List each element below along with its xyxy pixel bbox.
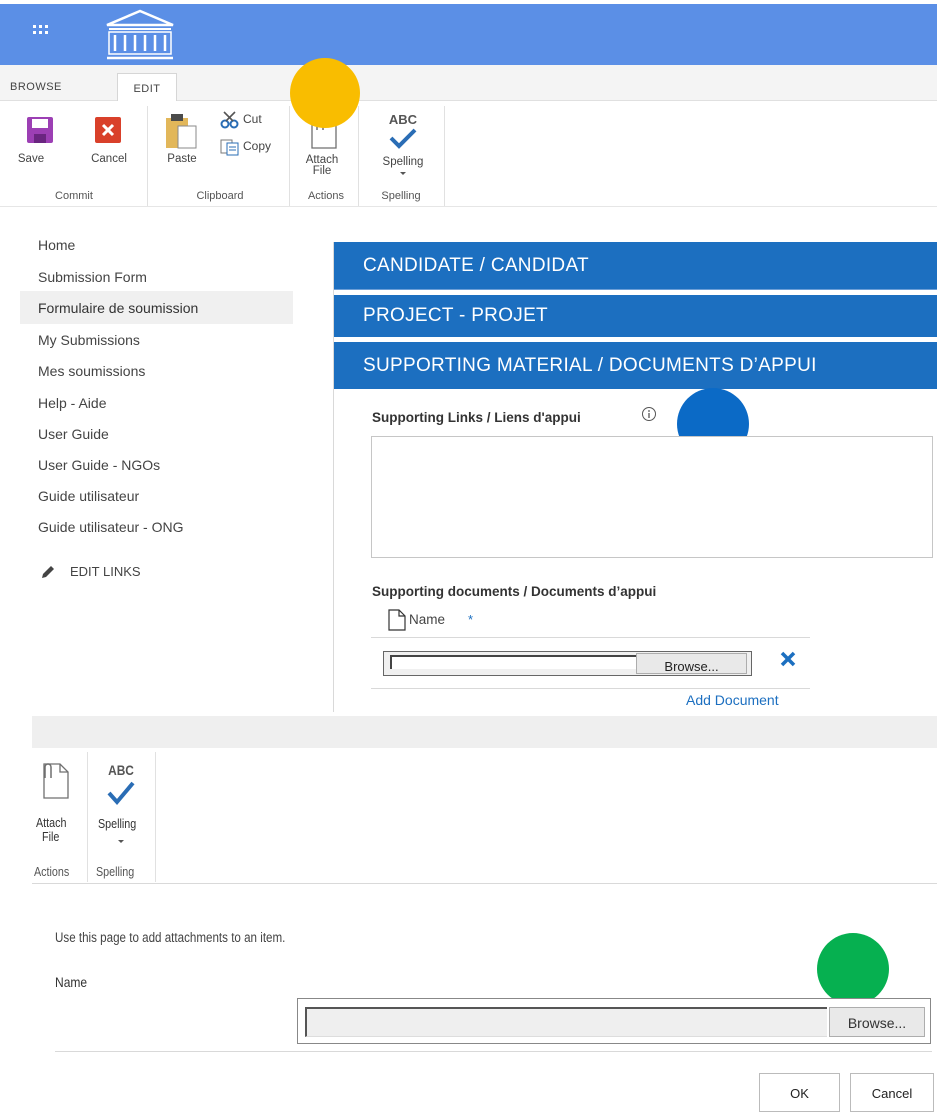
- spelling-dropdown-icon[interactable]: [118, 840, 124, 843]
- attach-page-tab-bar: [32, 716, 937, 748]
- cut-label: Cut: [243, 112, 262, 126]
- nav-item-user-guide-ngos[interactable]: User Guide - NGOs: [38, 453, 160, 477]
- cancel-attach-button[interactable]: Cancel: [850, 1073, 934, 1112]
- document-browse-button[interactable]: Browse...: [636, 653, 747, 674]
- ribbon-divider: [358, 106, 359, 206]
- section-header-project[interactable]: PROJECT - PROJET: [334, 295, 937, 337]
- edit-links-label: EDIT LINKS: [70, 564, 141, 579]
- paste-button[interactable]: Paste: [160, 112, 204, 174]
- pencil-icon: [42, 566, 54, 578]
- nav-item-my-submissions[interactable]: My Submissions: [38, 328, 140, 352]
- cancel-icon: [95, 117, 121, 143]
- supporting-links-input[interactable]: [371, 436, 933, 558]
- paperclip-document-icon: [43, 763, 69, 799]
- supporting-links-label: Supporting Links / Liens d'appui: [372, 410, 581, 425]
- cut-button[interactable]: Cut: [218, 111, 270, 131]
- spelling-button-2[interactable]: ABC Spelling: [94, 762, 148, 852]
- attach-label-line1: Attach: [36, 816, 67, 830]
- document-icon: [388, 609, 406, 631]
- save-button[interactable]: Save: [16, 116, 53, 174]
- nav-item-guide-utilisateur[interactable]: Guide utilisateur: [38, 484, 139, 508]
- spelling-label: Spelling: [382, 156, 424, 168]
- group-spelling-label: Spelling: [381, 190, 421, 202]
- ribbon-divider: [444, 106, 445, 206]
- ribbon-body: [0, 101, 937, 207]
- cancel-button[interactable]: Cancel: [84, 116, 134, 174]
- spelling-button[interactable]: ABC Spelling: [370, 112, 436, 180]
- attach-browse-button[interactable]: Browse...: [829, 1007, 925, 1037]
- tab-edit[interactable]: EDIT: [117, 73, 177, 102]
- nav-item-submission-form[interactable]: Submission Form: [38, 265, 147, 289]
- ribbon-divider: [289, 106, 290, 206]
- group-clipboard-label: Clipboard: [196, 190, 244, 202]
- add-document-link[interactable]: Add Document: [686, 692, 779, 708]
- attach-label-line2: File: [312, 165, 332, 177]
- supporting-documents-label: Supporting documents / Documents d’appui: [372, 584, 657, 599]
- checkmark-icon: [389, 128, 417, 149]
- paste-icon: [166, 114, 197, 149]
- group-actions-label: Actions: [307, 190, 345, 202]
- group-spelling-label: Spelling: [96, 865, 135, 879]
- edit-links-button[interactable]: EDIT LINKS: [40, 562, 170, 582]
- spelling-dropdown-icon[interactable]: [400, 172, 406, 175]
- info-icon[interactable]: [641, 406, 657, 422]
- required-asterisk: *: [468, 612, 474, 627]
- paste-label: Paste: [167, 153, 197, 165]
- nav-item-help-aide[interactable]: Help - Aide: [38, 391, 106, 415]
- ribbon-divider: [147, 106, 148, 206]
- attach-file-button-2[interactable]: Attach File: [34, 760, 78, 844]
- abc-label: ABC: [108, 762, 134, 778]
- green-marker: [817, 933, 889, 1005]
- attach-name-label: Name: [55, 974, 88, 990]
- save-label: Save: [17, 153, 45, 165]
- nav-item-home[interactable]: Home: [38, 233, 75, 257]
- spelling-label: Spelling: [98, 817, 137, 831]
- app-launcher-icon[interactable]: [32, 22, 52, 42]
- ribbon-divider: [155, 752, 156, 882]
- attach-file-input[interactable]: Browse...: [297, 998, 931, 1044]
- nav-item-formulaire-de-soumission[interactable]: Formulaire de soumission: [38, 296, 198, 320]
- attach-ribbon-divider: [32, 883, 937, 884]
- remove-document-icon[interactable]: [779, 650, 797, 668]
- document-file-input[interactable]: Browse...: [383, 651, 752, 676]
- docs-header-divider: [371, 637, 810, 638]
- ribbon-divider: [87, 752, 88, 882]
- attach-file-path: [305, 1007, 827, 1037]
- document-file-path: [390, 655, 636, 669]
- section-header-supporting-material[interactable]: SUPPORTING MATERIAL / DOCUMENTS D’APPUI: [334, 342, 937, 389]
- name-column-header: Name: [409, 612, 446, 627]
- yellow-marker: [290, 58, 360, 128]
- group-commit-label: Commit: [55, 190, 93, 202]
- copy-icon: [220, 139, 239, 156]
- nav-item-mes-soumissions[interactable]: Mes soumissions: [38, 359, 145, 383]
- checkmark-icon: [107, 781, 135, 806]
- cancel-label: Cancel: [91, 153, 127, 165]
- save-icon: [27, 117, 53, 143]
- nav-item-user-guide[interactable]: User Guide: [38, 422, 109, 446]
- group-actions-label: Actions: [34, 865, 70, 879]
- docs-row-divider: [371, 688, 810, 689]
- abc-label: ABC: [388, 112, 418, 127]
- section-header-candidate[interactable]: CANDIDATE / CANDIDAT: [334, 242, 937, 290]
- attach-label-line2: File: [42, 830, 60, 844]
- copy-label: Copy: [243, 139, 272, 153]
- attach-form-divider: [55, 1051, 932, 1052]
- attach-instruction: Use this page to add attachments to an i…: [55, 930, 286, 945]
- scissors-icon: [220, 111, 239, 129]
- nav-item-guide-utilisateur-ong[interactable]: Guide utilisateur - ONG: [38, 515, 184, 539]
- copy-button[interactable]: Copy: [218, 138, 274, 158]
- ok-button[interactable]: OK: [759, 1073, 840, 1112]
- unesco-logo-icon[interactable]: [101, 8, 179, 62]
- tab-browse[interactable]: BROWSE: [0, 74, 72, 101]
